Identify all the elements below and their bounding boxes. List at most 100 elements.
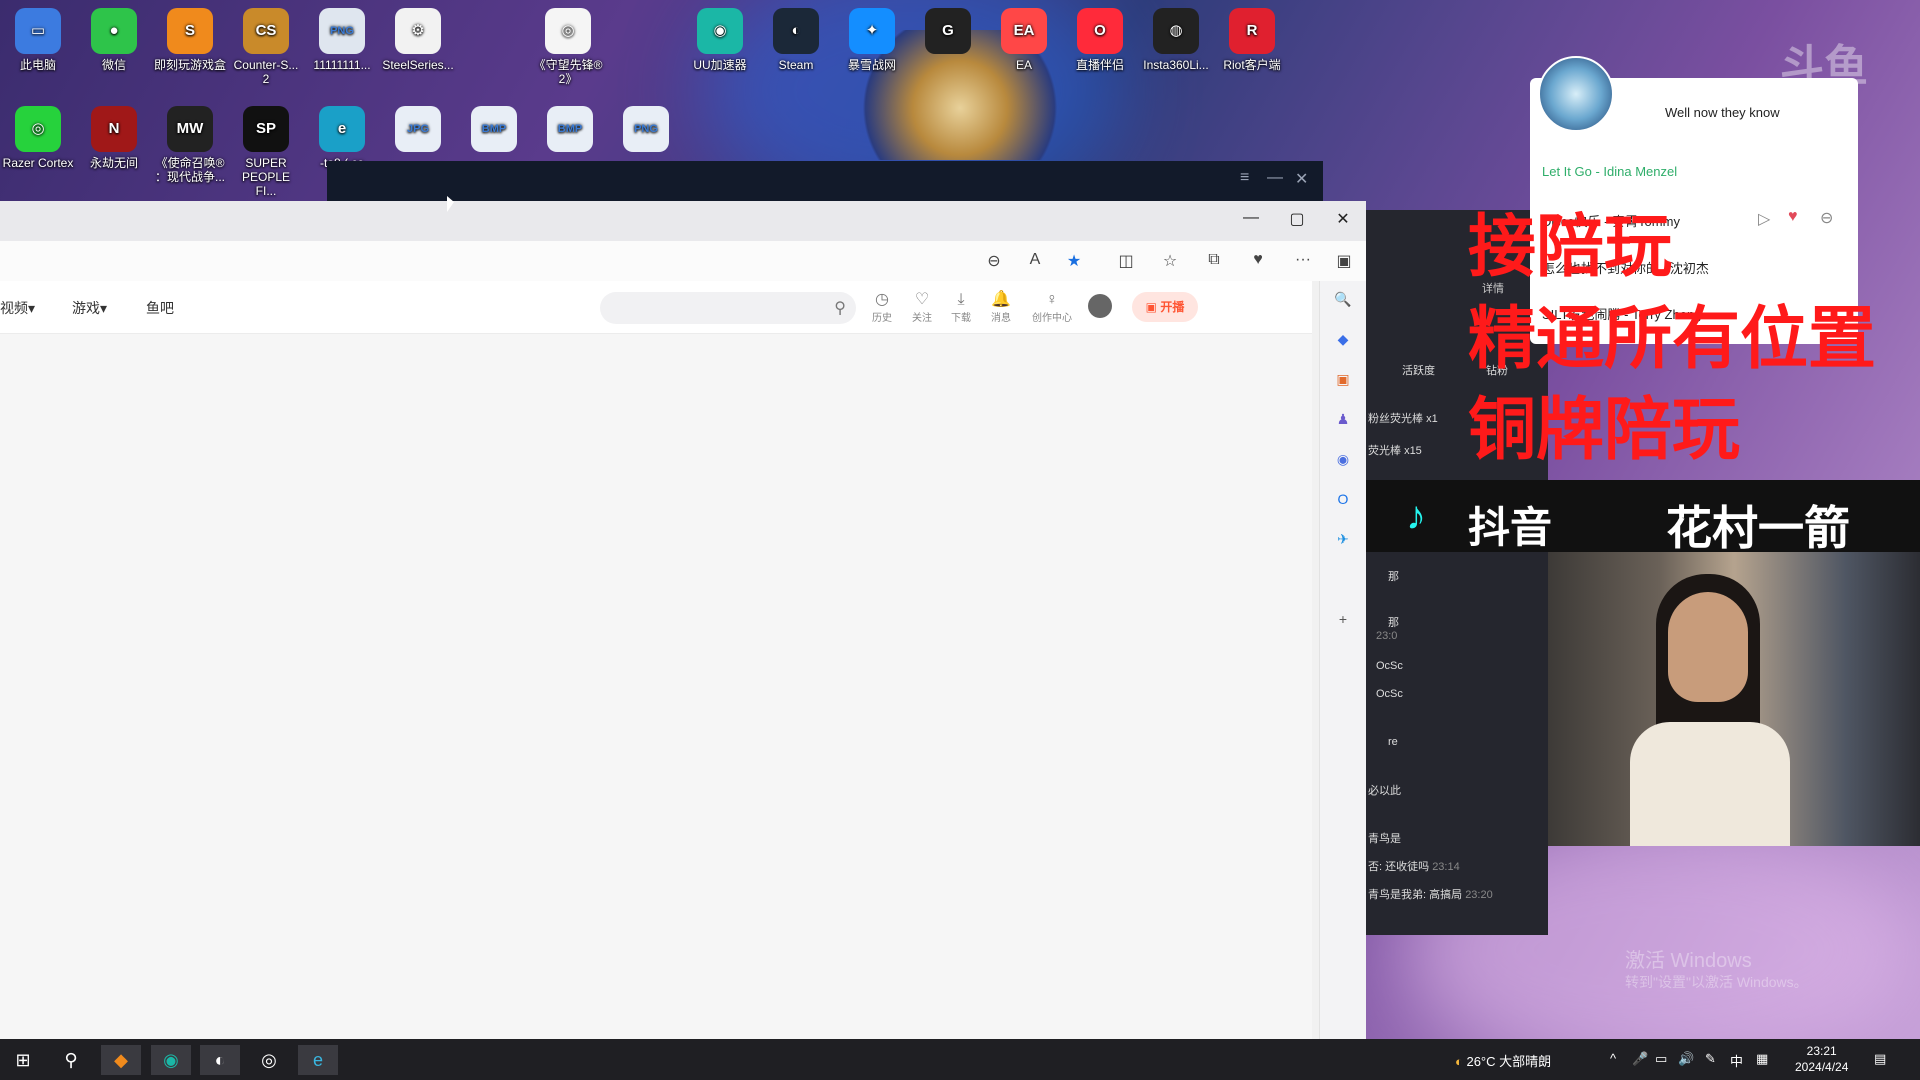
desktop-app-icon: PNG — [319, 8, 365, 54]
desktop-icon-label: Riot客户端 — [1223, 58, 1281, 72]
follow-button[interactable]: ♡ 关注 — [902, 291, 942, 324]
browser-titlebar[interactable]: — ▢ ✕ — [0, 201, 1366, 241]
desktop-app-icon: SP — [243, 106, 289, 152]
desktop-icon[interactable]: PNG — [610, 106, 682, 156]
launcher-menu-icon[interactable]: ≡ — [1240, 169, 1249, 187]
desktop-icon[interactable]: BMP — [534, 106, 606, 156]
heart-icon[interactable]: ♥ — [1788, 208, 1798, 226]
tray-overflow-icon[interactable]: ^ — [1610, 1051, 1616, 1066]
collections-icon[interactable]: ⧉ — [1203, 251, 1225, 269]
desktop-icon[interactable]: JPG — [382, 106, 454, 156]
taskbar-app-icon[interactable]: ◐ — [200, 1045, 240, 1075]
camera-icon: ▣ — [1145, 300, 1161, 314]
desktop-icon[interactable]: ✦ 暴雪战网 — [836, 8, 908, 72]
sidebar-app-icon[interactable]: ◉ — [1333, 451, 1353, 471]
creator-center-button[interactable]: ♀ 创作中心 — [1030, 291, 1074, 324]
weather-widget[interactable]: ◐ 26°C 大部晴朗 — [1455, 1051, 1551, 1070]
performance-icon[interactable]: ♥ — [1247, 251, 1269, 269]
sidebar-app-icon[interactable]: O — [1333, 491, 1353, 511]
chat-message: re — [1388, 736, 1398, 748]
split-screen-icon[interactable]: ◫ — [1115, 251, 1137, 271]
messages-button[interactable]: 🔔 消息 — [981, 291, 1021, 324]
desktop-icon[interactable]: G — [912, 8, 984, 58]
sidebar-app-icon[interactable]: ▣ — [1333, 371, 1353, 391]
sidebar-app-icon[interactable]: 🔍 — [1333, 291, 1353, 311]
song-item[interactable]: Let It Go - Idina Menzel — [1542, 164, 1677, 179]
desktop-icon[interactable]: ◎ Razer Cortex — [2, 106, 74, 170]
sidebar-app-icon[interactable]: ◆ — [1333, 331, 1353, 351]
nav-video[interactable]: 视频▾ — [0, 298, 35, 318]
go-live-button[interactable]: ▣ 开播 — [1132, 292, 1198, 322]
desktop-icon[interactable]: N 永劫无间 — [78, 106, 150, 170]
taskbar-app-icon[interactable]: ◎ — [249, 1045, 289, 1075]
more-icon[interactable]: ··· — [1292, 251, 1314, 269]
sidebar-app-icon[interactable]: ✈ — [1333, 531, 1353, 551]
desktop-icon[interactable]: BMP — [458, 106, 530, 156]
desktop-icon[interactable]: SP SUPER PEOPLE FI... — [230, 106, 302, 198]
microphone-icon[interactable]: 🎤 — [1632, 1051, 1648, 1067]
launcher-close-icon[interactable]: ✕ — [1295, 169, 1308, 189]
desktop-icon[interactable]: ⚙ SteelSeries... — [382, 8, 454, 72]
minimize-button[interactable]: — — [1236, 209, 1266, 227]
favorites-icon[interactable]: ☆ — [1159, 251, 1181, 271]
volume-icon[interactable]: 🔊 — [1678, 1051, 1694, 1067]
sidebar-toggle-icon[interactable]: ▣ — [1333, 251, 1355, 271]
keyboard-icon[interactable]: ▦ — [1756, 1051, 1768, 1067]
notification-icon[interactable]: ▤ — [1874, 1051, 1886, 1067]
desktop-icon[interactable]: ◎ 《守望先锋® 2》 — [532, 8, 604, 86]
taskbar-app-icon[interactable]: ◉ — [151, 1045, 191, 1075]
desktop-icon[interactable]: S 即刻玩游戏盒 — [154, 8, 226, 72]
input-method-icon[interactable]: 中 — [1730, 1051, 1743, 1070]
favorite-star-icon[interactable]: ★ — [1063, 251, 1085, 271]
browser-toolbar: ⊖ A ★ ◫ ☆ ⧉ ♥ ··· ▣ — [0, 241, 1366, 282]
desktop-icon[interactable]: R Riot客户端 — [1216, 8, 1288, 72]
nav-fishbar[interactable]: 鱼吧 — [146, 298, 174, 318]
desktop-icon[interactable]: ● 微信 — [78, 8, 150, 72]
desktop-icon[interactable]: ▭ 此电脑 — [2, 8, 74, 72]
search-icon[interactable]: ⚲ — [834, 298, 846, 318]
desktop-icon[interactable]: PNG 11111111... — [306, 8, 378, 72]
search-taskbar-icon[interactable]: ⚲ — [51, 1045, 91, 1075]
weather-text: 26°C 大部晴朗 — [1466, 1054, 1552, 1069]
desktop-icon[interactable]: ◐ Steam — [760, 8, 832, 72]
download-icon: ⤓ — [957, 291, 965, 308]
search-input[interactable]: ⚲ — [600, 292, 856, 324]
launcher-minimize-icon[interactable]: — — [1267, 169, 1283, 187]
desktop-icon-label: Counter-S... 2 — [233, 58, 299, 86]
nav-games[interactable]: 游戏▾ — [72, 298, 107, 318]
sidebar-app-icon[interactable]: ♟ — [1333, 411, 1353, 431]
close-button[interactable]: ✕ — [1328, 209, 1358, 229]
zoom-out-icon[interactable]: ⊖ — [983, 251, 1005, 271]
avatar[interactable] — [1088, 294, 1112, 318]
taskbar-app-icon[interactable]: e — [298, 1045, 338, 1075]
taskbar: ⊞ ⚲ ◆ ◉ ◐ ◎ e ◐ 26°C 大部晴朗 ^ 🎤 ▭ 🔊 ✎ 中 ▦ … — [0, 1039, 1920, 1080]
go-live-label: 开播 — [1160, 300, 1185, 314]
desktop-icon[interactable]: ◉ UU加速器 — [684, 8, 756, 72]
download-button[interactable]: ⤓ 下载 — [941, 291, 981, 324]
desktop-icon[interactable]: CS Counter-S... 2 — [230, 8, 302, 86]
clock-date: 2024/4/24 — [1795, 1060, 1849, 1074]
desktop-app-icon: ◎ — [545, 8, 591, 54]
read-aloud-icon[interactable]: A — [1024, 251, 1046, 269]
desktop-icon[interactable]: O 直播伴侣 — [1064, 8, 1136, 72]
taskbar-app-icon[interactable]: ◆ — [101, 1045, 141, 1075]
desktop-icon[interactable]: EA EA — [988, 8, 1060, 72]
sidebar-app-icon[interactable]: + — [1333, 611, 1353, 631]
start-button[interactable]: ⊞ — [3, 1045, 43, 1075]
play-icon[interactable]: ▷ — [1758, 209, 1770, 229]
desktop-icon[interactable]: ◍ Insta360Li... — [1140, 8, 1212, 72]
launcher-window-bar[interactable]: ≡ — ✕ — [327, 161, 1323, 201]
desktop-app-icon: PNG — [623, 106, 669, 152]
more-options-icon[interactable]: ⊖ — [1820, 208, 1833, 228]
desktop-icon[interactable]: MW 《使命召唤® ：现代战争... — [154, 106, 226, 184]
tab-activity[interactable]: 活跃度 — [1402, 362, 1435, 378]
network-icon[interactable]: ▭ — [1655, 1051, 1667, 1067]
webcam-person-face — [1668, 592, 1748, 702]
history-button[interactable]: ◷ 历史 — [862, 291, 902, 324]
pen-icon[interactable]: ✎ — [1705, 1051, 1716, 1067]
desktop-app-icon: MW — [167, 106, 213, 152]
desktop-icon-label: 《使命召唤® ：现代战争... — [154, 156, 225, 184]
system-clock[interactable]: 23:21 2024/4/24 — [1795, 1043, 1848, 1075]
maximize-button[interactable]: ▢ — [1282, 209, 1312, 229]
mouse-cursor-icon — [447, 196, 454, 212]
